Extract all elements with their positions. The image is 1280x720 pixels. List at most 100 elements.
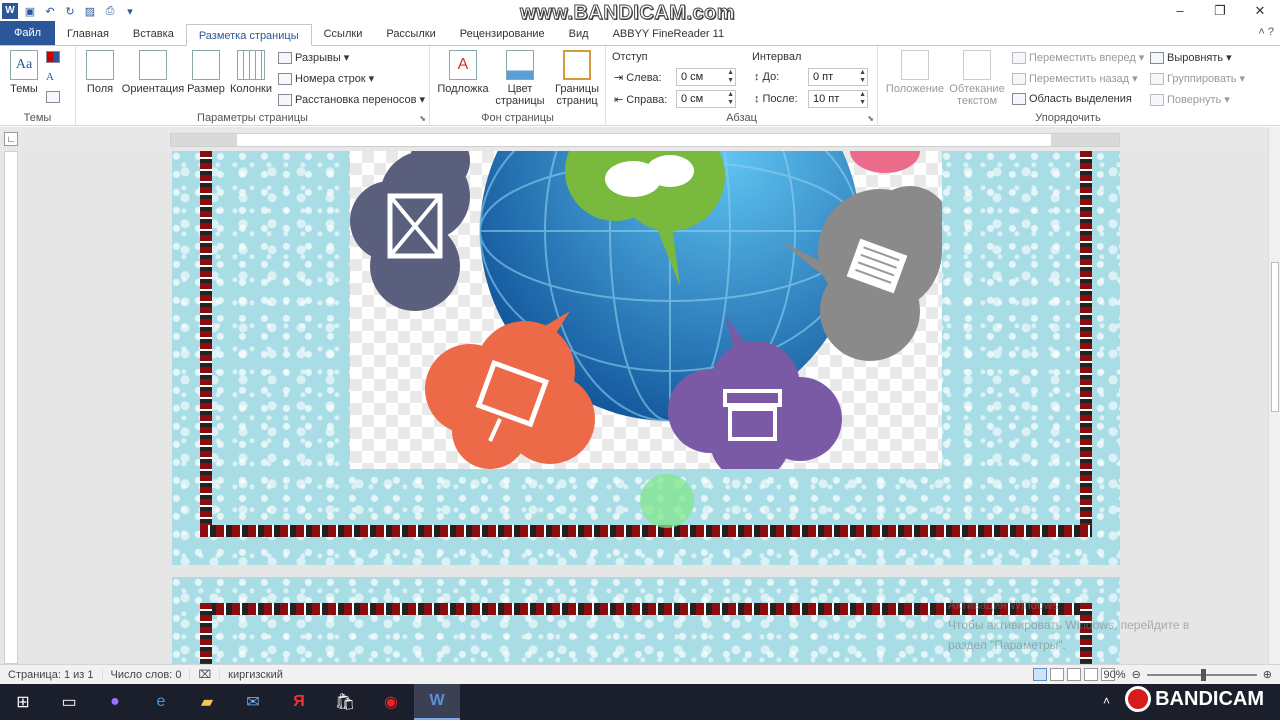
indent-right-field[interactable]: 0 см ▲ ▼ [676, 90, 736, 108]
tray-expand-icon[interactable]: ˄ [1103, 694, 1110, 708]
tab-abbyy[interactable]: ABBYY FineReader 11 [601, 23, 737, 45]
bandicam-logo: BANDICAM [1125, 686, 1264, 712]
hyphenation-button[interactable]: Расстановка переносов ▾ [278, 93, 425, 106]
alice-assistant-icon[interactable]: ● [92, 684, 138, 720]
vertical-ruler[interactable] [4, 151, 18, 664]
save-icon[interactable]: ▣ [22, 3, 38, 19]
spinner-icon[interactable]: ▲ ▼ [859, 91, 866, 107]
full-screen-view-icon[interactable] [1050, 668, 1064, 681]
spacing-before-field[interactable]: 0 пт ▲ ▼ [808, 68, 868, 86]
language-indicator[interactable]: киргизский [220, 669, 291, 681]
word-taskbar-icon[interactable]: W [414, 684, 460, 720]
rotate-button[interactable]: Повернуть ▾ [1150, 93, 1230, 106]
horizontal-ruler[interactable] [170, 133, 1120, 147]
watermark-button[interactable]: A Подложка [434, 50, 492, 95]
image-icon[interactable]: ▨ [82, 3, 98, 19]
minimize-button[interactable]: – [1160, 0, 1200, 22]
size-button[interactable]: Размер [186, 50, 226, 95]
proofing-icon[interactable]: ⌧ [190, 668, 221, 681]
zoom-in-icon[interactable]: ⊕ [1263, 668, 1272, 681]
themes-button[interactable]: Aa Темы [6, 50, 42, 95]
document-canvas[interactable] [0, 151, 1268, 664]
ribbon-collapse-icon[interactable]: ˄ ? [1258, 26, 1274, 38]
paragraph-launcher-icon[interactable]: ⬊ [867, 114, 874, 123]
undo-icon[interactable]: ↶ [42, 3, 58, 19]
page-setup-launcher-icon[interactable]: ⬊ [419, 114, 426, 123]
selection-pane-button[interactable]: Область выделения [1012, 93, 1132, 105]
send-backward-button[interactable]: Переместить назад ▾ [1012, 72, 1138, 85]
spinner-icon[interactable]: ▲ ▼ [727, 69, 734, 85]
zoom-slider-knob[interactable] [1200, 668, 1206, 681]
tab-selector-icon[interactable]: ∟ [4, 132, 18, 146]
ruler-left-margin [171, 134, 237, 146]
tab-mailings[interactable]: Рассылки [374, 23, 447, 45]
page-count[interactable]: Страница: 1 из 1 [0, 668, 103, 681]
tab-review[interactable]: Рецензирование [448, 23, 557, 45]
page-border-right [1080, 151, 1092, 537]
tab-references[interactable]: Ссылки [312, 23, 375, 45]
theme-colors-button[interactable] [46, 51, 60, 63]
indent-left-field[interactable]: 0 см ▲ ▼ [676, 68, 736, 86]
spacing-before-value: 0 пт [813, 71, 834, 83]
windows-start-icon[interactable]: ⊞ [0, 684, 46, 720]
page-1[interactable] [172, 151, 1120, 565]
spacing-after-field[interactable]: 10 пт ▲ ▼ [808, 90, 868, 108]
breaks-button[interactable]: Разрывы ▾ [278, 51, 349, 64]
wrap-text-button[interactable]: Обтекание текстом [946, 50, 1008, 107]
activation-line-1: Активация Windows [948, 598, 1059, 612]
zoom-out-icon[interactable]: ⊖ [1132, 668, 1141, 681]
mail-icon[interactable]: ✉ [230, 684, 276, 720]
align-button[interactable]: Выровнять ▾ [1150, 51, 1232, 64]
bring-forward-button[interactable]: Переместить вперед ▾ [1012, 51, 1144, 64]
restore-button[interactable]: ❐ [1200, 0, 1240, 22]
themes-icon: Aa [10, 50, 38, 80]
page-borders-button[interactable]: Границы страниц [550, 50, 604, 107]
ribbon: Aa Темы A Темы Поля Ориентация Размер Ко… [0, 46, 1280, 126]
globe-social-picture[interactable] [350, 151, 942, 469]
edge-browser-icon[interactable]: e [138, 684, 184, 720]
group-objects-button[interactable]: Группировать ▾ [1150, 72, 1245, 85]
redo-icon[interactable]: ↻ [62, 3, 78, 19]
store-icon[interactable]: 🛍 [322, 684, 368, 720]
tab-page-layout[interactable]: Разметка страницы [185, 24, 312, 46]
tab-insert[interactable]: Вставка [121, 23, 186, 45]
spacing-before-icon: ↕ [754, 71, 760, 83]
outline-view-icon[interactable] [1084, 668, 1098, 681]
tab-home[interactable]: Главная [55, 23, 121, 45]
customize-qat-icon[interactable]: ▾ [122, 3, 138, 19]
spinner-icon[interactable]: ▲ ▼ [727, 91, 734, 107]
theme-effects-button[interactable] [46, 91, 60, 103]
yandex-browser-icon[interactable]: Я [276, 684, 322, 720]
print-preview-icon[interactable]: ⎙ [102, 3, 118, 19]
bandicam-record-icon[interactable]: ◉ [368, 684, 414, 720]
file-explorer-icon[interactable]: ▰ [184, 684, 230, 720]
tab-file[interactable]: Файл [0, 21, 56, 45]
zoom-slider[interactable] [1146, 668, 1257, 681]
columns-label: Колонки [230, 83, 272, 95]
orientation-button[interactable]: Ориентация [120, 50, 186, 95]
web-layout-view-icon[interactable] [1067, 668, 1081, 681]
spinner-icon[interactable]: ▲ ▼ [859, 69, 866, 85]
window-controls: – ❐ ✕ [1160, 0, 1280, 22]
word-count[interactable]: Число слов: 0 [103, 668, 191, 681]
print-layout-view-icon[interactable] [1033, 668, 1047, 681]
position-icon [901, 50, 929, 80]
group-paragraph-label: Абзац [726, 112, 757, 124]
scrollbar-thumb[interactable] [1271, 262, 1279, 412]
columns-button[interactable]: Колонки [228, 50, 274, 95]
word-app-icon[interactable]: W [2, 3, 18, 19]
page-color-button[interactable]: Цвет страницы [492, 50, 548, 107]
group-arrange: Положение Обтекание текстом Переместить … [878, 46, 1258, 126]
theme-fonts-button[interactable]: A [46, 71, 54, 83]
vertical-scrollbar[interactable] [1268, 127, 1280, 664]
zoom-level[interactable]: 90% [1104, 669, 1126, 681]
position-button[interactable]: Положение [884, 50, 946, 95]
spacing-before-label: ↕ До: [754, 71, 779, 83]
group-objects-icon [1150, 72, 1164, 85]
task-view-icon[interactable]: ▭ [46, 684, 92, 720]
close-button[interactable]: ✕ [1240, 0, 1280, 22]
margins-button[interactable]: Поля [80, 50, 120, 95]
tab-view[interactable]: Вид [557, 23, 601, 45]
line-numbers-button[interactable]: Номера строк ▾ [278, 72, 374, 85]
page-borders-icon [563, 50, 591, 80]
